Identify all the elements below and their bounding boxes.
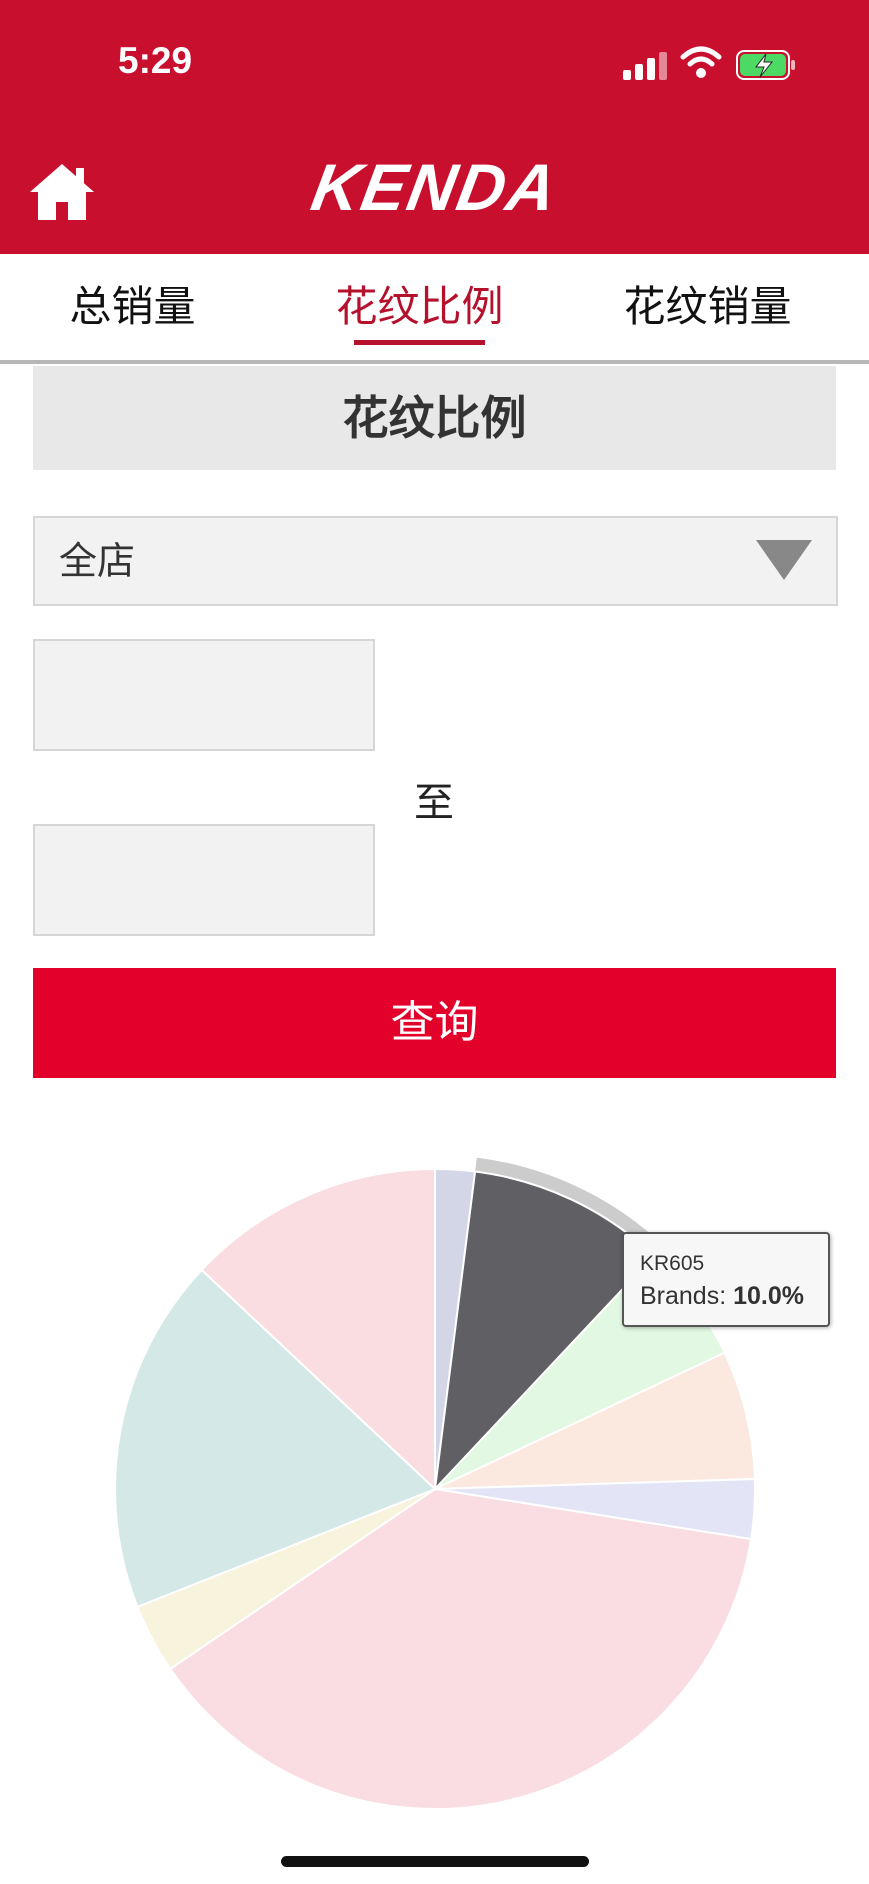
query-button[interactable]: 查询 xyxy=(33,968,836,1078)
battery-charging-icon xyxy=(736,50,795,80)
tooltip-value-line: Brands: 10.0% xyxy=(640,1282,828,1311)
home-indicator xyxy=(281,1856,589,1867)
tab-pattern-sales[interactable]: 花纹销量 xyxy=(610,254,805,360)
active-tab-indicator xyxy=(354,340,485,345)
cellular-signal-icon xyxy=(623,50,667,80)
end-date-input[interactable] xyxy=(33,824,375,936)
tooltip-value: 10.0% xyxy=(733,1282,804,1310)
pie-chart xyxy=(114,1157,756,1810)
app-header: 5:29 KENDA xyxy=(0,0,869,254)
tab-bar: 总销量 花纹比例 花纹销量 xyxy=(0,254,869,364)
tooltip-series-label: Brands: xyxy=(640,1282,734,1310)
dropdown-arrow-icon xyxy=(756,540,812,580)
store-select-value: 全店 xyxy=(59,539,136,583)
home-icon[interactable] xyxy=(26,160,98,222)
kenda-logo: KENDA xyxy=(306,150,564,224)
store-select[interactable]: 全店 xyxy=(33,516,838,606)
page-title: 花纹比例 xyxy=(33,366,836,470)
to-label: 至 xyxy=(414,780,454,826)
tab-total-sales[interactable]: 总销量 xyxy=(40,254,225,360)
chart-tooltip: KR605 Brands: 10.0% xyxy=(622,1232,830,1327)
start-date-input[interactable] xyxy=(33,639,375,751)
tooltip-series-name: KR605 xyxy=(640,1252,705,1275)
status-time: 5:29 xyxy=(118,40,193,81)
wifi-icon xyxy=(680,46,722,78)
